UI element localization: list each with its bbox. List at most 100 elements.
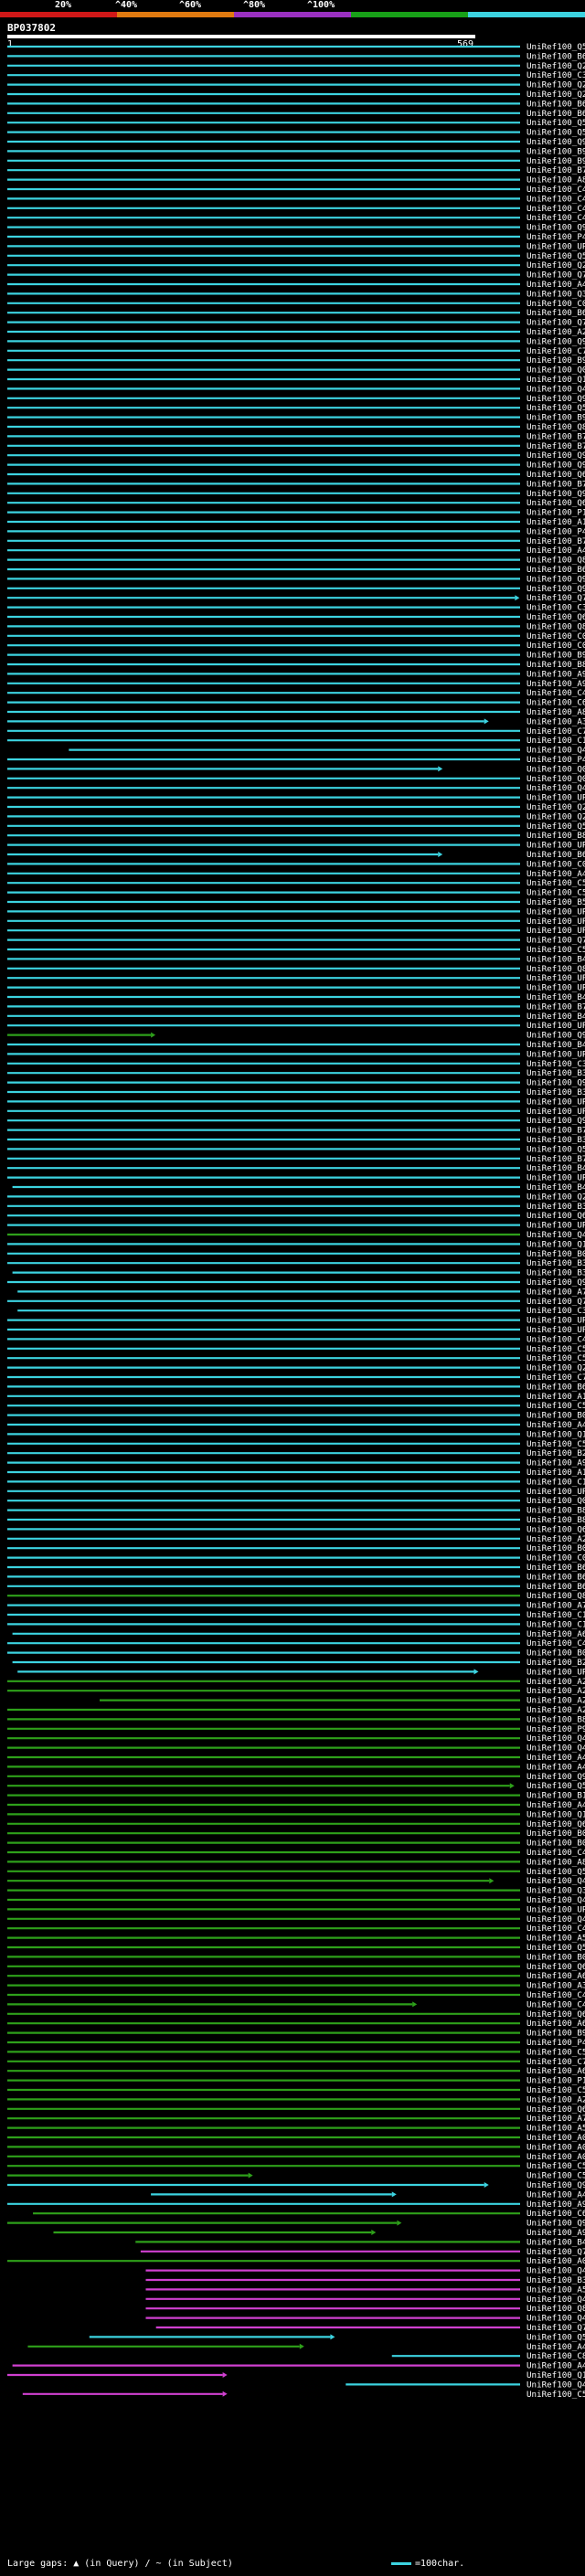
hit-label[interactable]: UniRef100_A2F414 [526,1677,585,1687]
hit-row[interactable]: UniRef100_Q5AW49 [7,822,585,832]
hit-label[interactable]: UniRef100_C8CS16 [526,2351,585,2361]
hit-label[interactable]: UniRef100_Q6FQI1 [526,2104,585,2115]
hit-label[interactable]: UniRef100_C5F4P1 [526,1401,585,1411]
hit-label[interactable]: UniRef100_Q9UHU9 [526,1277,585,1288]
hit-row[interactable]: UniRef100_B6X9X9 [7,565,585,575]
hit-label[interactable]: UniRef100_B4LMP9 [526,954,585,964]
hit-row[interactable]: UniRef100_C7YRF1 [7,1373,585,1383]
hit-row[interactable]: UniRef100_B8CA22 [7,831,585,841]
hit-row[interactable]: UniRef100_Q29OL0 [7,1192,585,1202]
hit-row[interactable]: UniRef100_Q64437 [7,498,585,508]
hit-label[interactable]: UniRef100_C6JRU8 [526,698,585,708]
hit-label[interactable]: UniRef100_Q17MX6 [526,1239,585,1249]
hit-row[interactable]: UniRef100_B3N921 [7,1068,585,1078]
hit-row[interactable]: UniRef100_B6HPP4 [7,1382,585,1392]
hit-label[interactable]: UniRef100_B9T7K3 [526,355,585,366]
hit-label[interactable]: UniRef100_Q42548 [526,746,585,756]
hit-label[interactable]: UniRef100_C0NST0 [526,859,585,869]
hit-label[interactable]: UniRef100_Q5NPM2 [526,1144,585,1154]
hit-label[interactable]: UniRef100_B0X9A9 [526,1249,585,1259]
hit-label[interactable]: UniRef100_C7B9C4 [526,346,585,356]
hit-label[interactable]: UniRef100_B9HR58 [526,156,585,166]
hit-label[interactable]: UniRef100_Q7Z266 [526,593,585,603]
hit-label[interactable]: UniRef100_B2B4L7 [526,1658,585,1668]
hit-row[interactable]: UniRef100_Q9AU33 [7,336,585,346]
hit-row[interactable]: UniRef100_Q4A3D5 [7,1914,585,1924]
hit-label[interactable]: UniRef100_B6CX64 [526,1572,585,1582]
hit-row[interactable]: UniRef100_P11935 [7,508,585,518]
hit-label[interactable]: UniRef100_C0NLX4 [526,1553,585,1564]
hit-row[interactable]: UniRef100_B7U488 [7,431,585,441]
hit-label[interactable]: UniRef100_A9TPN1 [526,669,585,679]
hit-label[interactable]: UniRef100_C4R3T9 [526,1990,585,2000]
hit-label[interactable]: UniRef100_B7PG19 [526,1154,585,1164]
hit-row[interactable]: UniRef100_B3W311 [7,1087,585,1097]
hit-row[interactable]: UniRef100_Q42117 [145,2266,585,2276]
hit-label[interactable]: UniRef100_A4QVT2 [526,1420,585,1430]
hit-row[interactable]: UniRef100_Q0CDU7 [7,1496,585,1506]
hit-row[interactable]: UniRef100_C0KYF1 [7,299,585,309]
hit-label[interactable]: UniRef100_P42800 [526,2038,585,2048]
hit-row[interactable]: UniRef100_Q5L7N4 [7,118,585,128]
hit-row[interactable]: UniRef100_A7E6T6 [7,1601,585,1611]
hit-label[interactable]: UniRef100_B0XT57 [526,1411,585,1421]
hit-label[interactable]: UniRef100_Q7Y1L1 [526,270,585,281]
hit-label[interactable]: UniRef100_C4LUS4 [526,1334,585,1344]
hit-label[interactable]: UniRef100_A2ELE4 [526,1705,585,1715]
hit-row[interactable]: UniRef100_Q9Z348 [7,394,585,404]
hit-label[interactable]: UniRef100_Q10664 [526,1809,585,1819]
hit-label[interactable]: UniRef100_Q7RNU1 [526,2247,585,2257]
hit-row[interactable]: UniRef100_C5P7A1 [7,878,585,888]
hit-label[interactable]: UniRef100_Q7XJC0 [526,318,585,328]
hit-label[interactable]: UniRef100_P11986 [526,2076,585,2086]
hit-label[interactable]: UniRef100_B6Q4X7 [526,1582,585,1592]
hit-row[interactable]: UniRef100_C0NLX4 [7,1553,585,1564]
hit-label[interactable]: UniRef100_Q6CFS3 [526,1819,585,1829]
hit-row[interactable]: UniRef100_A4QVT2 [7,1420,585,1430]
hit-label[interactable]: UniRef100_C7YRF1 [526,1373,585,1383]
hit-label[interactable]: UniRef100_C5E1D5 [526,2085,585,2095]
hit-label[interactable]: UniRef100_A9ES96 [526,2228,585,2238]
hit-label[interactable]: UniRef100_C4PW08 [526,204,585,214]
hit-row[interactable]: UniRef100_A2F0E1 [7,1686,585,1696]
hit-row[interactable]: UniRef100_C0PG20 [7,631,585,641]
hit-label[interactable]: UniRef100_Q64437 [526,498,585,508]
hit-label[interactable]: UniRef100_Q4SGN0 [526,2380,585,2390]
hit-row[interactable]: UniRef100_B0EQ80 [7,1648,585,1659]
hit-row[interactable]: UniRef100_B7U487 [7,441,585,451]
hit-row[interactable]: UniRef100_C5KLP0 [7,945,585,955]
hit-row[interactable]: UniRef100_Q94E02 [7,137,585,147]
hit-row[interactable]: UniRef100_A6ZGM9 [7,2066,585,2076]
hit-row[interactable]: UniRef100_C5L5G1 [7,888,585,898]
hit-row[interactable]: UniRef100_A0UKF3 [7,2256,585,2266]
hit-row[interactable]: UniRef100_C0PG36 [7,641,585,651]
hit-label[interactable]: UniRef100_C5KLP0 [526,945,585,955]
hit-row[interactable]: UniRef100_C4PW34 [7,185,585,195]
hit-row[interactable]: UniRef100_B7Z3K3 [7,1126,585,1136]
hit-label[interactable]: UniRef100_B9SLR9 [526,651,585,661]
hit-label[interactable]: UniRef100_C5JC56 [526,1344,585,1354]
hit-label[interactable]: UniRef100_A2F0E7 [526,1696,585,1706]
hit-row[interactable]: UniRef100_C0NST0 [7,859,585,869]
hit-row[interactable]: UniRef100_A4HAM3 [7,1800,585,1810]
hit-row[interactable]: UniRef100_Q2VUR1 [7,260,585,270]
hit-label[interactable]: UniRef100_Q4Y8S5 [526,2295,585,2305]
hit-label[interactable]: UniRef100_B8LZT8 [526,1714,585,1724]
hit-row[interactable]: UniRef100_B2W6K9 [7,1448,585,1458]
hit-label[interactable]: UniRef100_Q7RNV0 [526,2323,585,2333]
hit-row[interactable]: UniRef100_C6JRU8 [7,698,585,708]
hit-label[interactable]: UniRef100_P42801 [526,232,585,242]
hit-label[interactable]: UniRef100_Q1E876 [526,1429,585,1439]
hit-row[interactable]: UniRef100_A8WSP7 [7,1857,585,1867]
hit-label[interactable]: UniRef100_B3M827 [526,1268,585,1278]
hit-label[interactable]: UniRef100_P11935 [526,508,585,518]
hit-label[interactable]: UniRef100_UPI000... [526,1049,585,1059]
hit-row[interactable]: UniRef100_Q9FYV1 [7,461,585,471]
hit-row[interactable]: UniRef100_B9HR58 [7,156,585,166]
hit-row[interactable]: UniRef100_Q8TU05 [7,1591,585,1601]
hit-row[interactable]: UniRef100_B3M827 [12,1268,585,1278]
hit-label[interactable]: UniRef100_A4RT63 [526,869,585,879]
hit-label[interactable]: UniRef100_Q29OL0 [526,1192,585,1202]
hit-row[interactable]: UniRef100_A2FHG7 [7,2094,585,2104]
hit-row[interactable]: UniRef100_C3L249 [7,70,585,80]
